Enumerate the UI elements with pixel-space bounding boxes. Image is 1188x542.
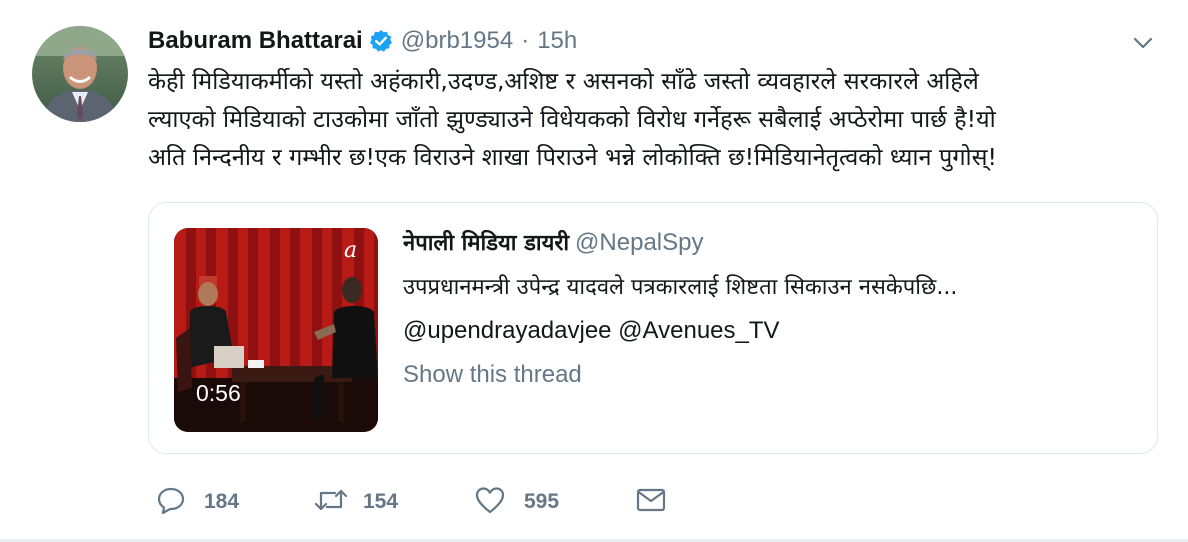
like-count: 595: [524, 490, 560, 513]
show-thread-link[interactable]: Show this thread: [403, 353, 1143, 397]
tweet-text: केही मिडियाकर्मीको यस्तो अहंकारी,उदण्ड,अ…: [148, 62, 1158, 176]
quoted-tweet-card[interactable]: a 0:56 नेपाली मिडिया डायरी @NepalSpy उपप…: [148, 202, 1158, 454]
quoted-tweet-header: नेपाली मिडिया डायरी @NepalSpy: [403, 227, 1143, 267]
channel-logo: a: [344, 238, 358, 263]
quoted-tweet-text: उपप्रधानमन्त्री उपेन्द्र यादवले पत्रकारल…: [403, 275, 958, 300]
verified-badge-icon: [369, 29, 393, 53]
timestamp[interactable]: 15h: [537, 27, 577, 55]
retweet-count: 154: [363, 490, 399, 513]
heart-icon: [474, 485, 506, 519]
video-thumbnail[interactable]: a 0:56: [174, 228, 378, 432]
quoted-tweet-body: नेपाली मिडिया डायरी @NepalSpy उपप्रधानमन…: [403, 227, 1143, 397]
quoted-author-handle[interactable]: @NepalSpy: [575, 229, 703, 257]
tweet-text-line: केही मिडियाकर्मीको यस्तो अहंकारी,उदण्ड,अ…: [148, 67, 979, 95]
reply-icon: [156, 485, 186, 519]
avatar[interactable]: [32, 26, 128, 122]
video-duration: 0:56: [196, 380, 241, 406]
reply-button[interactable]: 184: [156, 485, 239, 519]
tweet[interactable]: Baburam Bhattarai @brb1954 · 15h केही मि…: [0, 0, 1188, 542]
like-button[interactable]: 595: [474, 485, 559, 519]
reply-count: 184: [204, 490, 240, 513]
tweet-text-line: ल्याएको मिडियाको टाउकोमा जाँतो झुण्ड्याउ…: [148, 105, 996, 133]
quoted-author-name[interactable]: नेपाली मिडिया डायरी: [403, 227, 569, 257]
author-name[interactable]: Baburam Bhattarai: [148, 27, 363, 55]
author-handle[interactable]: @brb1954: [401, 27, 513, 55]
retweet-icon: [313, 485, 349, 519]
tweet-header: Baburam Bhattarai @brb1954 · 15h: [148, 24, 577, 58]
tweet-actions: 184 154 595: [0, 485, 1188, 519]
separator-dot: ·: [521, 27, 530, 54]
quoted-tweet-mentions[interactable]: @upendrayadavjee @Avenues_TV: [403, 309, 1143, 353]
direct-message-button[interactable]: [635, 485, 667, 519]
envelope-icon: [635, 485, 667, 519]
chevron-down-icon[interactable]: [1130, 30, 1156, 56]
tweet-text-line: अति निन्दनीय र गम्भीर छ!एक विराउने शाखा …: [148, 143, 997, 171]
retweet-button[interactable]: 154: [313, 485, 398, 519]
